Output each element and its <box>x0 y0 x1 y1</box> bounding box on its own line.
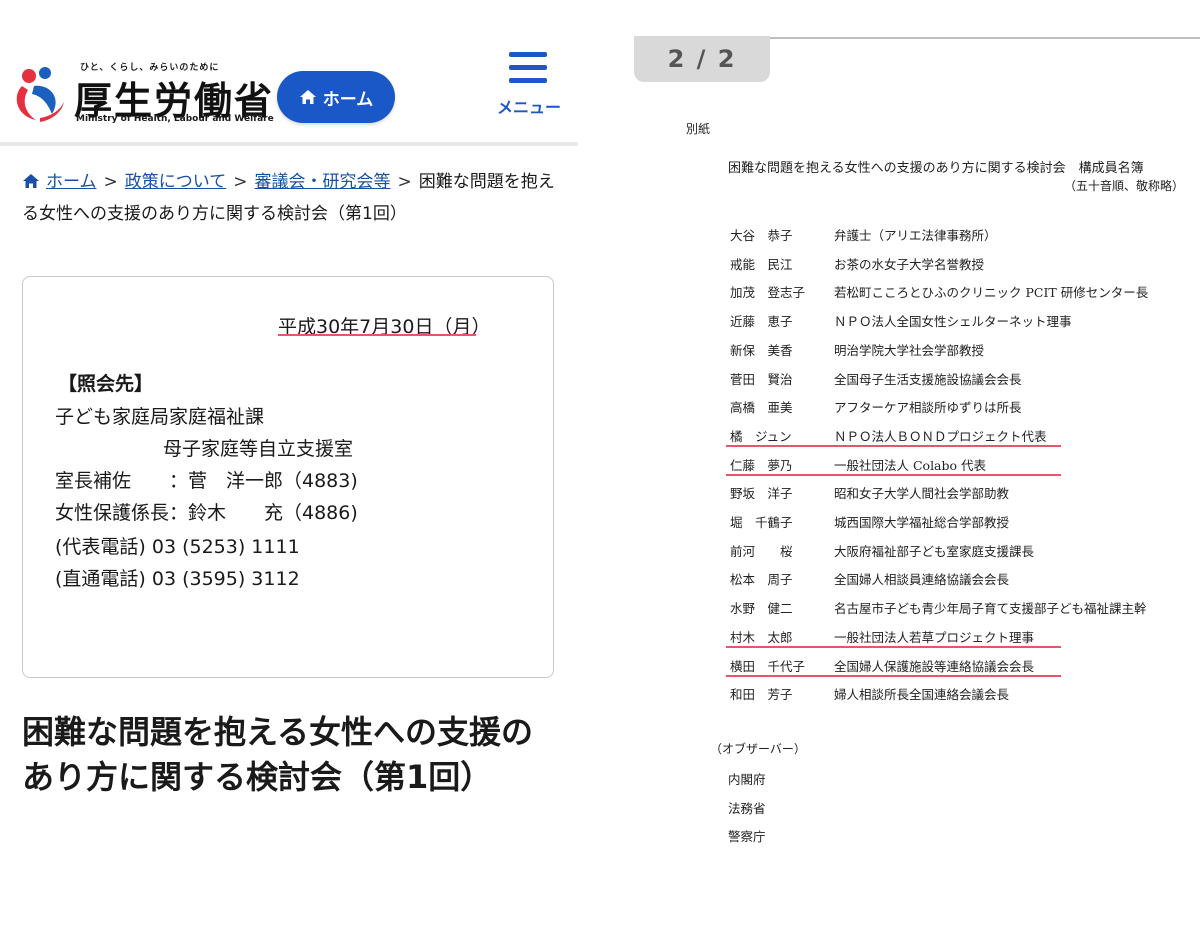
home-button[interactable]: ホーム <box>277 71 395 123</box>
member-affiliation: ＮＰＯ法人ＢＯＮＤプロジェクト代表 <box>834 428 1047 444</box>
member-affiliation: 一般社団法人 Colabo 代表 <box>834 457 987 473</box>
observer-item: 法務省 <box>728 800 766 816</box>
left-panel: ひと、くらし、みらいのために 厚生労働省 Ministry of Health,… <box>0 0 578 938</box>
menu-label: メニュー <box>497 98 562 117</box>
contact-line: 室長補佐 ：菅 洋一郎（4883) <box>55 470 358 492</box>
member-affiliation: アフターケア相談所ゆずりは所長 <box>834 400 1022 416</box>
document-note: （五十音順、敬称略） <box>1064 179 1185 193</box>
breadcrumb-link-home[interactable]: ホーム <box>46 172 97 192</box>
home-button-label: ホーム <box>322 89 374 110</box>
member-affiliation: 明治学院大学社会学部教授 <box>834 342 985 358</box>
date-underline <box>278 334 476 336</box>
contact-line: 子ども家庭局家庭福祉課 <box>55 406 265 428</box>
home-icon <box>299 90 316 104</box>
member-affiliation: 一般社団法人若草プロジェクト理事 <box>834 629 1035 645</box>
hamburger-icon <box>509 52 547 57</box>
member-name: 水野 健二 <box>730 601 793 617</box>
member-affiliation: 若松町こころとひふのクリニック PCIT 研修センター長 <box>834 285 1149 301</box>
member-affiliation: 婦人相談所長全国連絡会議会長 <box>834 687 1010 703</box>
member-affiliation: 全国婦人保護施設等連絡協議会会長 <box>834 658 1035 674</box>
breadcrumb-link-councils[interactable]: 審議会・研究会等 <box>255 172 391 192</box>
attachment-label: 別紙 <box>686 122 711 136</box>
member-name: 堀 千鶴子 <box>730 515 793 530</box>
breadcrumb: ホーム > 政策について > 審議会・研究会等 > 困難な問題を抱える女性への支援のあり方に… <box>22 166 562 230</box>
member-name: 村木 太郎 <box>730 629 793 645</box>
home-icon[interactable] <box>22 173 40 189</box>
member-name: 仁藤 夢乃 <box>730 457 793 473</box>
contact-line: 母子家庭等自立支援室 <box>163 438 354 460</box>
page-title: 困難な問題を抱える女性への支援のあり方に関する検討会（第1回） <box>22 713 534 796</box>
hamburger-icon <box>509 65 547 70</box>
breadcrumb-separator: > <box>233 172 248 192</box>
observer-item: 警察庁 <box>728 829 766 844</box>
member-name: 橘 ジュン <box>730 428 792 444</box>
contact-line: (代表電話) 03 (5253) 1111 <box>55 536 300 558</box>
member-name: 戒能 民江 <box>730 256 793 272</box>
member-name: 前河 桜 <box>730 543 793 559</box>
contact-line: (直通電話) 03 (3595) 3112 <box>55 568 300 590</box>
breadcrumb-separator: > <box>397 172 412 192</box>
member-name: 新保 美香 <box>730 342 793 358</box>
highlight-underline <box>726 674 1061 677</box>
member-name: 和田 芳子 <box>730 687 793 703</box>
contact-line: 女性保護係長：鈴木 充（4886) <box>55 502 358 524</box>
member-name: 高橋 亜美 <box>730 400 793 416</box>
member-name: 横田 千代子 <box>730 658 806 674</box>
site-header: ひと、くらし、みらいのために 厚生労働省 Ministry of Health,… <box>0 0 578 146</box>
observers-heading: （オブザーバー） <box>710 742 806 756</box>
member-name: 野坂 洋子 <box>730 486 793 502</box>
ministry-logo-icon[interactable] <box>12 64 68 124</box>
breadcrumb-link-policy[interactable]: 政策について <box>125 172 227 192</box>
member-name: 大谷 恭子 <box>730 228 793 243</box>
member-affiliation: 城西国際大学福祉総合学部教授 <box>834 515 1010 530</box>
member-affiliation: 全国母子生活支援施設協議会会長 <box>834 371 1022 387</box>
hamburger-icon <box>509 78 547 83</box>
highlight-underline <box>726 645 1061 648</box>
observer-item: 内閣府 <box>728 772 766 787</box>
ministry-name-en: Ministry of Health, Labour and Welfare <box>76 114 274 124</box>
highlight-underline <box>726 444 1061 447</box>
document-title: 困難な問題を抱える女性への支援のあり方に関する検討会 構成員名簿 <box>728 161 1144 176</box>
member-name: 近藤 恵子 <box>730 314 793 330</box>
contact-heading: 【照会先】 <box>58 373 154 395</box>
highlight-underline <box>726 473 1061 476</box>
member-affiliation: 名古屋市子ども青少年局子育て支援部子ども福祉課主幹 <box>834 601 1147 617</box>
member-name: 菅田 賢治 <box>730 371 793 387</box>
member-affiliation: 大阪府福祉部子ども室家庭支援課長 <box>834 543 1035 559</box>
member-affiliation: お茶の水女子大学名誉教授 <box>834 256 985 272</box>
member-name: 松本 周子 <box>730 572 793 588</box>
breadcrumb-separator: > <box>103 172 118 192</box>
page-indicator[interactable]: 2 / 2 <box>634 36 770 82</box>
member-name: 加茂 登志子 <box>730 285 806 301</box>
menu-button[interactable]: メニュー <box>497 50 567 120</box>
document-viewer: 2 / 2 別紙 困難な問題を抱える女性への支援のあり方に関する検討会 構成員名… <box>620 0 1200 938</box>
member-affiliation: ＮＰＯ法人全国女性シェルターネット理事 <box>834 314 1072 330</box>
member-affiliation: 全国婦人相談員連絡協議会会長 <box>834 572 1010 588</box>
member-affiliation: 昭和女子大学人間社会学部助教 <box>834 486 1010 502</box>
member-affiliation: 弁護士（アリエ法律事務所） <box>834 228 997 243</box>
